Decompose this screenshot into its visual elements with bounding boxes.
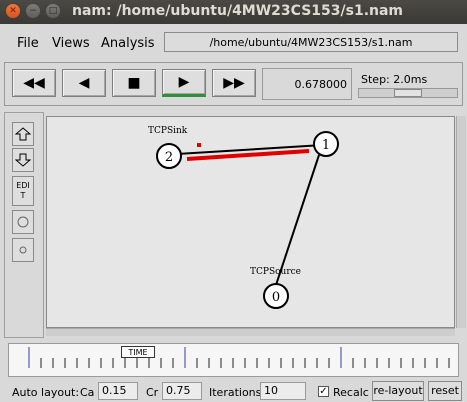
horizontal-scrollbar[interactable]: [46, 328, 455, 336]
file-path-display: /home/ubuntu/4MW23CS153/s1.nam: [164, 32, 458, 52]
window-title: nam: /home/ubuntu/4MW23CS153/s1.nam: [72, 3, 404, 19]
bottom-bar: Auto layout: Ca 0.15 Cr 0.75 Iterations …: [0, 380, 467, 402]
title-bar: ✕ − □ nam: /home/ubuntu/4MW23CS153/s1.na…: [0, 0, 467, 24]
packet: [197, 143, 201, 147]
relayout-button[interactable]: re-layout: [372, 381, 424, 401]
zoom-out-icon: [15, 153, 31, 167]
node-2-label: TCPSink: [148, 126, 188, 136]
close-icon[interactable]: ✕: [6, 4, 20, 18]
link-1-0: [275, 154, 320, 286]
circle-icon: [17, 216, 29, 228]
timeline-ticks: [28, 347, 450, 368]
time-display: 0.678000: [262, 68, 352, 100]
recalc-label: Recalc: [333, 386, 369, 399]
ca-label: Ca: [80, 386, 95, 399]
cr-input[interactable]: 0.75: [162, 382, 202, 400]
small-circle-button[interactable]: [12, 238, 34, 262]
iterations-label: Iterations: [209, 386, 262, 399]
step-label: Step: 2.0ms: [361, 73, 428, 86]
cr-label: Cr: [146, 386, 159, 399]
network-svg: 2 1 0 TCPSink TCPSource: [148, 126, 339, 309]
menu-analysis[interactable]: Analysis: [101, 36, 155, 51]
timeline-marker[interactable]: TIME: [121, 346, 155, 358]
menu-views[interactable]: Views: [52, 36, 90, 51]
network-canvas[interactable]: 2 1 0 TCPSink TCPSource: [46, 116, 455, 328]
node-0-id: 0: [272, 290, 280, 305]
small-circle-icon: [19, 246, 27, 254]
reset-button[interactable]: reset: [428, 381, 462, 401]
play-icon: ▶: [178, 74, 190, 90]
auto-layout-label: Auto layout:: [12, 386, 80, 399]
fast-forward-icon: ▶▶: [223, 75, 245, 91]
step-slider-thumb[interactable]: [394, 89, 422, 97]
ca-input[interactable]: 0.15: [98, 382, 138, 400]
stop-icon: ■: [127, 75, 141, 91]
stop-button[interactable]: ■: [112, 69, 156, 97]
rewind-button[interactable]: ◀◀: [12, 69, 56, 97]
node-0-label: TCPSource: [250, 267, 301, 277]
recalc-checkbox[interactable]: ✓: [318, 386, 329, 397]
timeline[interactable]: [8, 343, 459, 377]
zoom-out-button[interactable]: [12, 148, 34, 172]
rewind-icon: ◀◀: [23, 75, 45, 91]
edit-button[interactable]: EDIT: [12, 176, 34, 206]
circle-button[interactable]: [12, 210, 34, 234]
iterations-input[interactable]: 10: [260, 382, 306, 400]
step-back-icon: ◀: [78, 75, 90, 91]
vertical-scrollbar[interactable]: [456, 116, 466, 328]
fast-forward-button[interactable]: ▶▶: [212, 69, 256, 97]
minimize-icon[interactable]: −: [26, 4, 40, 18]
play-button[interactable]: ▶: [162, 69, 206, 97]
node-2-id: 2: [165, 150, 173, 165]
menu-file[interactable]: File: [17, 36, 39, 51]
zoom-in-button[interactable]: [12, 122, 34, 146]
step-back-button[interactable]: ◀: [62, 69, 106, 97]
node-1-id: 1: [322, 138, 330, 153]
zoom-in-icon: [15, 127, 31, 141]
maximize-icon[interactable]: □: [46, 4, 60, 18]
